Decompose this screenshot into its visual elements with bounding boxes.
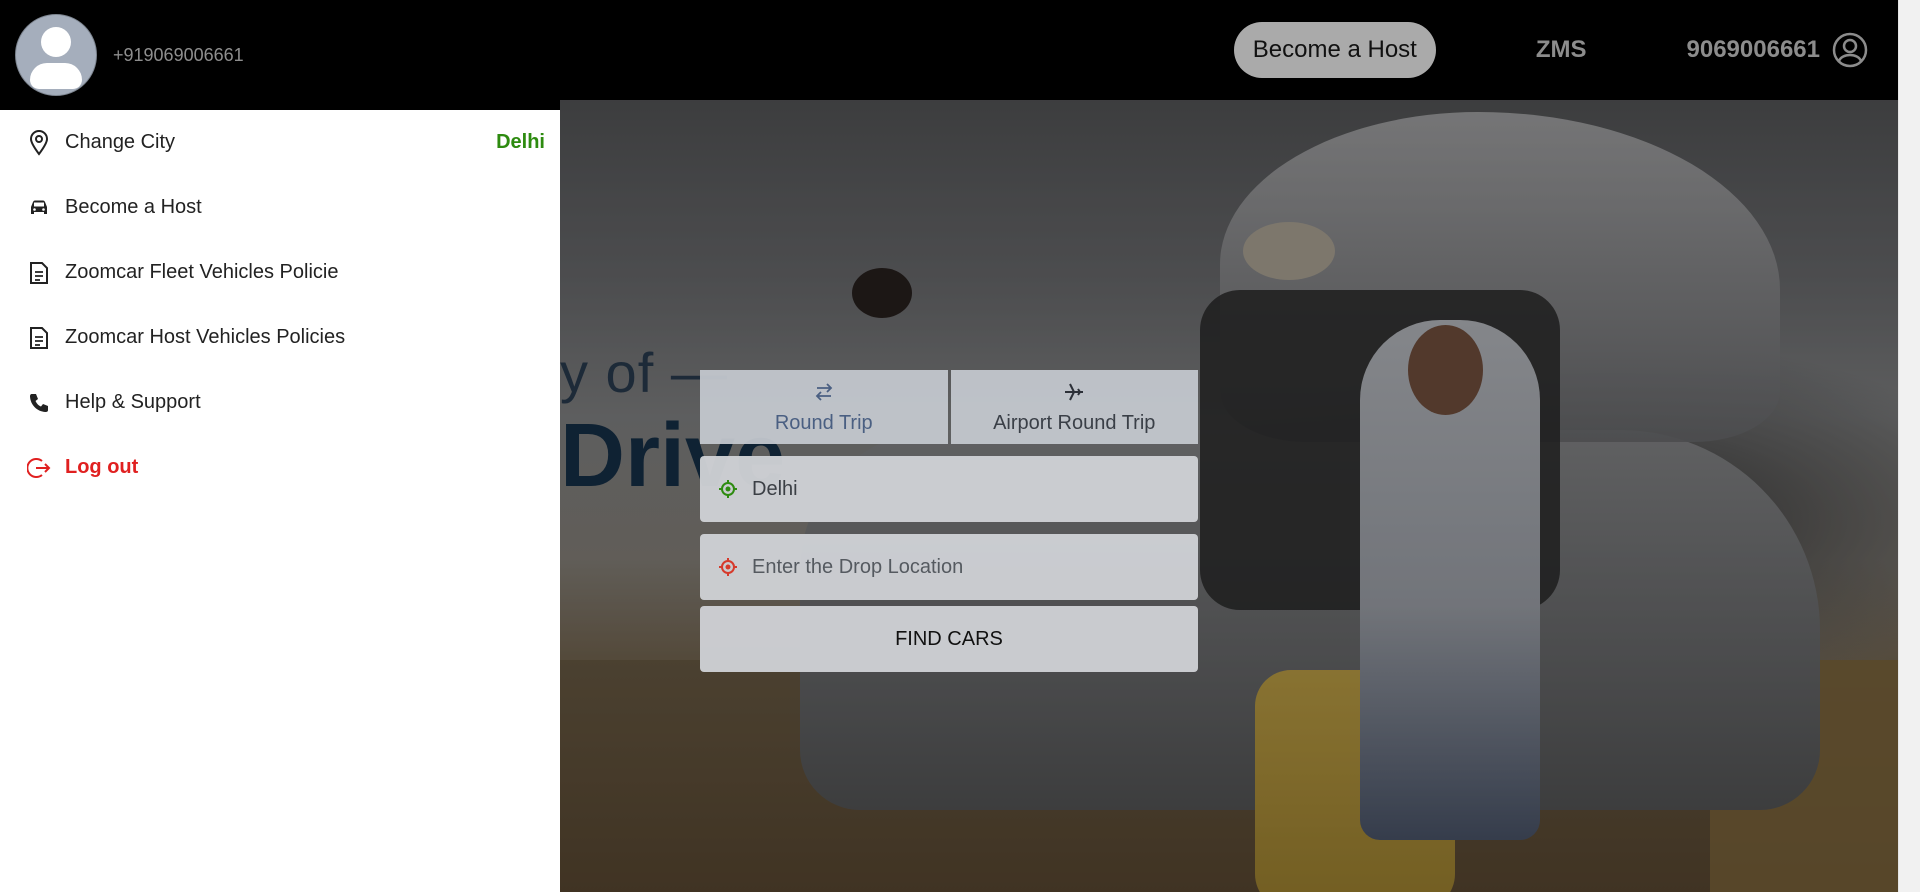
pickup-location-field[interactable]: Delhi (700, 456, 1198, 522)
become-host-button[interactable]: Become a Host (1233, 22, 1436, 78)
logout-icon (26, 456, 52, 480)
tab-airport-round-trip-label: Airport Round Trip (993, 411, 1156, 434)
menu-item-change-city[interactable]: Change City Delhi (0, 110, 560, 175)
side-drawer: Change City Delhi Become a Host Zoomcar … (0, 110, 560, 892)
pickup-location-icon (719, 480, 737, 498)
trip-type-tabs: Round Trip Airport Round Trip (700, 370, 1198, 444)
menu-item-label: Change City (65, 131, 176, 153)
page-scrollbar[interactable] (1898, 0, 1920, 892)
navbar-actions: Become a Host ZMS 9069006661 (1233, 0, 1898, 100)
menu-item-label: Help & Support (65, 391, 201, 413)
airplane-icon (1065, 383, 1084, 400)
booking-widget: Round Trip Airport Round Trip Delhi FIND… (700, 370, 1198, 672)
menu-item-logout[interactable]: Log out (0, 435, 560, 500)
menu-item-label: Zoomcar Fleet Vehicles Policie (65, 261, 339, 283)
menu-item-become-host[interactable]: Become a Host (0, 175, 560, 240)
drop-location-field[interactable] (700, 534, 1198, 600)
menu-item-label: Zoomcar Host Vehicles Policies (65, 326, 346, 348)
document-icon (26, 326, 52, 350)
user-phone-number: +919069006661 (113, 44, 244, 65)
menu-item-label: Log out (65, 456, 139, 478)
account-menu[interactable]: 9069006661 (1687, 32, 1868, 68)
find-cars-button[interactable]: FIND CARS (700, 606, 1198, 672)
tab-round-trip[interactable]: Round Trip (700, 370, 948, 444)
drop-location-icon (719, 558, 737, 576)
swap-arrows-icon (815, 382, 833, 401)
user-avatar[interactable] (15, 14, 97, 96)
account-number: 9069006661 (1686, 36, 1820, 63)
pickup-location-value: Delhi (752, 477, 798, 500)
menu-item-host-policies[interactable]: Zoomcar Host Vehicles Policies (0, 305, 560, 370)
map-pin-icon (26, 129, 52, 156)
menu-item-fleet-policies[interactable]: Zoomcar Fleet Vehicles Policie (0, 240, 560, 305)
car-icon (26, 199, 52, 217)
document-icon (26, 261, 52, 285)
drawer-header: +919069006661 (0, 0, 560, 110)
menu-item-help-support[interactable]: Help & Support (0, 370, 560, 435)
menu-item-label: Become a Host (65, 196, 202, 218)
zms-link[interactable]: ZMS (1536, 36, 1587, 64)
drop-location-input[interactable] (752, 555, 1152, 579)
tab-round-trip-label: Round Trip (774, 411, 873, 434)
current-city-value: Delhi (496, 131, 545, 153)
phone-icon (26, 392, 52, 414)
tab-airport-round-trip[interactable]: Airport Round Trip (950, 370, 1198, 444)
user-circle-icon (1832, 32, 1868, 68)
